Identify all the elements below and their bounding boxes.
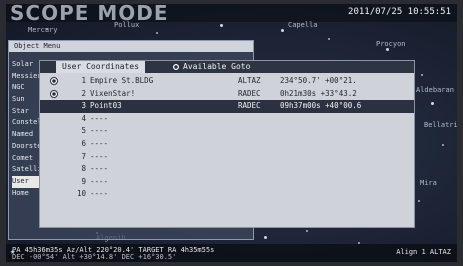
coordinates-panel-header: User Coordinates Available Goto <box>40 61 414 73</box>
sky-screen: SCOPE MODE 2011/07/25 10:55:51 Mercury P… <box>6 4 457 262</box>
star-dot <box>418 200 420 202</box>
menu-item-doorstep[interactable]: Doorstep <box>12 141 40 153</box>
star-dot <box>156 32 158 34</box>
row-number: 4 <box>81 113 86 123</box>
top-status-bar: SCOPE MODE 2011/07/25 10:55:51 <box>6 4 457 25</box>
bottom-status-bar: PA 45h36m35s Az/Alt 220°20.4' TARGET RA … <box>6 244 457 262</box>
menu-item-home[interactable]: Home <box>12 188 40 200</box>
row-coordinate-value: 09h37m00s +40°00.6 <box>280 101 362 111</box>
star-marker-icon: ★ <box>10 247 16 257</box>
sky-label: Bellatrix <box>424 121 457 129</box>
row-number: 1 <box>81 76 86 85</box>
object-menu-list: Solar Messier NGC Sun Star Constellation… <box>12 59 40 199</box>
coordinate-row[interactable]: 3 Point03 RADEC 09h37m00s +40°00.6 <box>40 100 414 113</box>
row-name: ---- <box>90 189 109 199</box>
row-name: ---- <box>90 113 109 123</box>
date-time-readout: 2011/07/25 10:55:51 <box>348 7 451 17</box>
status-position-readout-2: DEC -00°54' Alt +30°14.8' DEC +16°30.5' <box>12 253 177 261</box>
tab-available-goto[interactable]: Available Goto <box>172 61 250 73</box>
sky-label: Capella <box>288 21 318 29</box>
star-dot <box>328 38 330 40</box>
tab-user-coordinates[interactable]: User Coordinates <box>56 61 146 73</box>
coordinate-row[interactable]: 1 Empire St.BLDG ALTAZ 234°50.7' +00°21. <box>40 75 414 88</box>
row-number: 6 <box>81 138 86 148</box>
sky-label: Aldebaran <box>416 86 454 94</box>
coordinate-row[interactable]: 7 ---- <box>40 151 414 164</box>
star-dot <box>220 24 223 27</box>
star-dot <box>264 236 267 239</box>
object-menu-title: Object Menu <box>9 41 253 52</box>
row-name: ---- <box>90 138 109 148</box>
row-number: 10 <box>76 189 86 199</box>
row-name: ---- <box>90 176 109 186</box>
row-coordinate-system: RADEC <box>238 88 261 98</box>
star-dot <box>431 102 434 105</box>
row-number: 3 <box>81 101 86 111</box>
row-name: Empire St.BLDG <box>90 76 154 85</box>
row-coordinate-value: 0h21m30s +33°43.2 <box>280 88 357 98</box>
menu-item-named[interactable]: Named <box>12 129 40 141</box>
menu-item-user[interactable]: User <box>12 175 40 188</box>
star-dot <box>306 230 308 232</box>
alignment-status: Align 1 ALTAZ <box>396 248 451 256</box>
row-number: 9 <box>81 176 86 186</box>
star-dot <box>281 29 284 32</box>
row-coordinate-value: 234°50.7' +00°21. <box>280 76 357 85</box>
coordinate-row[interactable]: 4 ---- <box>40 113 414 126</box>
row-number: 7 <box>81 151 86 161</box>
menu-item-solar[interactable]: Solar <box>12 59 40 71</box>
menu-item-constellation[interactable]: Constellation <box>12 117 40 129</box>
coordinate-row[interactable]: 9 ---- <box>40 176 414 189</box>
menu-item-ngc[interactable]: NGC <box>12 82 40 94</box>
row-name: ---- <box>90 151 109 161</box>
row-number: 8 <box>81 164 86 174</box>
row-name: ---- <box>90 126 109 136</box>
user-coordinates-panel: User Coordinates Available Goto 1 Empire … <box>39 60 415 228</box>
row-number: 2 <box>81 88 86 98</box>
tab-available-goto-label: Available Goto <box>183 62 251 71</box>
star-dot <box>386 48 389 51</box>
coordinate-row[interactable]: 6 ---- <box>40 138 414 151</box>
coordinate-row[interactable]: 8 ---- <box>40 163 414 176</box>
coordinate-row[interactable]: 5 ---- <box>40 125 414 138</box>
row-coordinate-system: RADEC <box>238 101 261 111</box>
row-name: ---- <box>90 164 109 174</box>
sky-label: Procyon <box>376 40 406 48</box>
row-number: 5 <box>81 126 86 136</box>
menu-item-star[interactable]: Star <box>12 106 40 118</box>
menu-item-sun[interactable]: Sun <box>12 94 40 106</box>
menu-item-comet[interactable]: Comet <box>12 153 40 165</box>
coordinates-list: 1 Empire St.BLDG ALTAZ 234°50.7' +00°21. 2 Vi… <box>40 75 414 201</box>
row-coordinate-system: ALTAZ <box>238 76 261 85</box>
sky-label: Pollux <box>114 21 140 29</box>
tab-user-coordinates-label: User Coordinates <box>62 62 140 71</box>
sky-label: Mira <box>420 179 437 187</box>
menu-item-messier[interactable]: Messier <box>12 71 40 83</box>
coordinate-row[interactable]: 10 ---- <box>40 188 414 201</box>
menu-item-satellite[interactable]: Satellite <box>12 164 40 176</box>
coordinate-row[interactable]: 2 VixenStar! RADEC 0h21m30s +33°43.2 <box>40 88 414 101</box>
row-name: VixenStar! <box>90 88 136 98</box>
available-goto-radio-icon <box>172 62 180 71</box>
star-dot <box>442 144 444 146</box>
star-dot <box>421 74 423 76</box>
row-name: Point03 <box>90 101 122 111</box>
goto-available-radio-icon <box>50 77 58 85</box>
mode-title: SCOPE MODE <box>10 4 169 25</box>
sky-label: Mercury <box>28 26 58 34</box>
goto-available-radio-icon <box>50 89 58 98</box>
